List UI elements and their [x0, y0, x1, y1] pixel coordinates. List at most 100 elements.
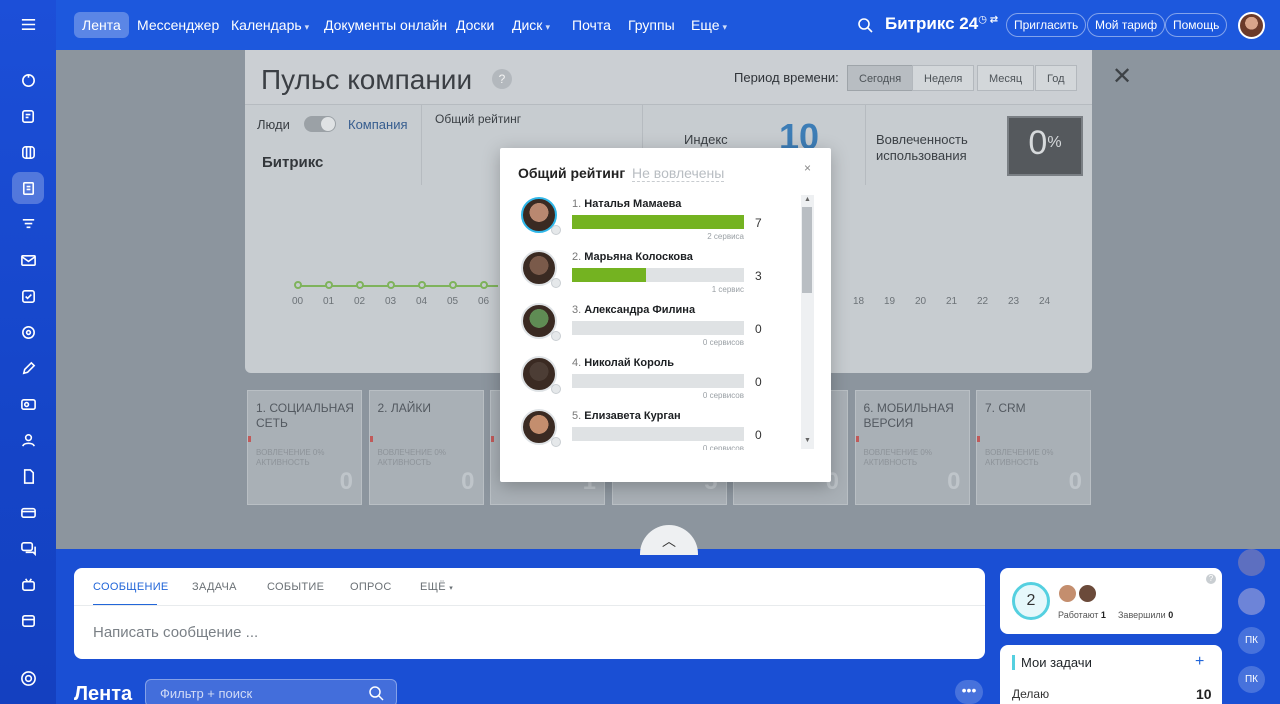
scroll-down-icon[interactable]: ▼: [804, 437, 811, 444]
company-label: Компания: [348, 117, 408, 132]
tab-overall-rating[interactable]: Общий рейтинг: [518, 165, 625, 181]
work-day-widget[interactable]: 2 Работают 1 Завершили 0 ?: [1000, 568, 1222, 634]
hour-tick: 00: [292, 296, 304, 307]
rating-list-item[interactable]: 2. Марьяна Колоскова 3 1 сервис: [514, 248, 799, 301]
tariff-button[interactable]: Мой тариф: [1087, 13, 1166, 37]
people-company-toggle[interactable]: [304, 116, 336, 132]
top-bar: Лента Мессенджер Календарь ▾ Документы он…: [56, 0, 1280, 50]
nav-feed[interactable]: Лента: [74, 12, 129, 38]
avatar[interactable]: [1238, 549, 1265, 576]
nav-messenger[interactable]: Мессенджер: [129, 12, 227, 38]
scroll-thumb[interactable]: [802, 207, 812, 293]
card-value: 0: [461, 468, 475, 495]
chat-rail-icon[interactable]: [12, 532, 44, 564]
user-name: 4. Николай Король: [572, 357, 675, 369]
rating-value: 0: [755, 322, 762, 336]
more-options-button[interactable]: •••: [955, 680, 983, 704]
help-icon[interactable]: ?: [1206, 574, 1216, 584]
file-rail-icon[interactable]: [12, 460, 44, 492]
pen-rail-icon[interactable]: [12, 352, 44, 384]
hour-tick: 20: [915, 296, 927, 307]
search-icon[interactable]: [368, 685, 384, 701]
tab-not-involved[interactable]: Не вовлечены: [632, 165, 725, 182]
hour-tick: 22: [977, 296, 989, 307]
card-value: 0: [339, 468, 353, 495]
avatar[interactable]: ПК: [1238, 666, 1265, 693]
tab-message[interactable]: СООБЩЕНИЕ: [93, 581, 169, 593]
chevron-down-icon: ▾: [449, 585, 454, 592]
rating-list-item[interactable]: 3. Александра Филина 0 0 сервисов: [514, 301, 799, 354]
settings-icon[interactable]: [12, 662, 44, 694]
feed-rail-icon[interactable]: [12, 64, 44, 96]
help-icon[interactable]: ?: [492, 69, 512, 89]
card-marker: [855, 436, 859, 442]
tab-task[interactable]: ЗАДАЧА: [192, 581, 237, 593]
scroll-up-icon[interactable]: ▲: [804, 196, 811, 203]
hour-tick: 04: [416, 296, 428, 307]
filter-rail-icon[interactable]: [12, 208, 44, 240]
period-week[interactable]: Неделя: [912, 65, 975, 91]
post-composer: СООБЩЕНИЕ ЗАДАЧА СОБЫТИЕ ОПРОС ЕЩЁ ▾ Нап…: [74, 568, 985, 659]
calendar-rail-icon[interactable]: [12, 136, 44, 168]
message-input[interactable]: Написать сообщение ...: [93, 624, 258, 641]
nav-more[interactable]: Еще ▾: [683, 12, 735, 38]
card-title: 2. ЛАЙКИ: [377, 401, 431, 415]
service-card[interactable]: 2. ЛАЙКИ ВОВЛЕЧЕНИЕ 0% АКТИВНОСТЬ 0: [368, 390, 484, 505]
invite-button[interactable]: Пригласить: [1006, 13, 1087, 37]
doing-count[interactable]: 10: [1196, 686, 1212, 702]
robot-rail-icon[interactable]: [12, 568, 44, 600]
rating-list-item[interactable]: 4. Николай Король 0 0 сервисов: [514, 354, 799, 407]
rating-bar-fill: [572, 268, 646, 282]
user-avatar[interactable]: [1238, 12, 1265, 39]
close-icon[interactable]: ×: [804, 161, 811, 175]
nav-documents[interactable]: Документы онлайн: [316, 12, 455, 38]
period-today[interactable]: Сегодня: [847, 65, 914, 91]
tab-more[interactable]: ЕЩЁ ▾: [420, 581, 453, 593]
finished-stat: Завершили 0: [1118, 610, 1174, 620]
org-name: Битрикс: [262, 154, 324, 171]
help-button[interactable]: Помощь: [1165, 13, 1228, 37]
involvement-label: Вовлеченность использования: [876, 132, 968, 163]
hour-tick: 01: [323, 296, 335, 307]
chevron-down-icon: ▾: [722, 22, 728, 32]
service-card[interactable]: 7. CRM ВОВЛЕЧЕНИЕ 0% АКТИВНОСТЬ 0: [976, 390, 1091, 505]
widget-title: Мои задачи: [1012, 655, 1092, 670]
nav-disk[interactable]: Диск ▾: [504, 12, 558, 38]
nav-groups[interactable]: Группы: [620, 12, 683, 38]
period-month[interactable]: Месяц: [977, 65, 1035, 91]
rating-bar: [572, 374, 744, 388]
brand-logo[interactable]: Битрикс 24◷ ⇄: [885, 14, 998, 34]
tasks-rail-icon[interactable]: [12, 100, 44, 132]
card-rail-icon[interactable]: [12, 496, 44, 528]
hour-tick: 24: [1039, 296, 1051, 307]
nav-calendar[interactable]: Календарь ▾: [223, 12, 317, 38]
contact-rail-icon[interactable]: [12, 388, 44, 420]
people-label: Люди: [257, 117, 290, 132]
tab-event[interactable]: СОБЫТИЕ: [267, 581, 324, 593]
period-year[interactable]: Год: [1035, 65, 1077, 91]
working-stat: Работают 1: [1058, 610, 1106, 620]
nav-mail[interactable]: Почта: [564, 12, 619, 38]
nav-boards[interactable]: Доски: [448, 12, 502, 38]
menu-icon[interactable]: [12, 8, 44, 40]
filter-search-input[interactable]: Фильтр + поиск: [145, 679, 397, 704]
chart-point: [387, 281, 395, 289]
add-task-icon[interactable]: +: [1195, 653, 1204, 671]
schedule-rail-icon[interactable]: [12, 604, 44, 636]
service-card[interactable]: 6. МОБИЛЬНАЯ ВЕРСИЯ ВОВЛЕЧЕНИЕ 0% АКТИВНО…: [854, 390, 970, 505]
scrollbar[interactable]: ▲ ▼: [801, 195, 814, 449]
tab-poll[interactable]: ОПРОС: [350, 581, 392, 593]
rating-list-item[interactable]: 1. Наталья Мамаева 7 2 сервиса: [514, 195, 799, 248]
users-rail-icon[interactable]: [12, 424, 44, 456]
service-card[interactable]: 1. СОЦИАЛЬНАЯ СЕТЬ ВОВЛЕЧЕНИЕ 0% АКТИВНОС…: [247, 390, 362, 505]
rating-list-item[interactable]: 5. Елизавета Курган 0 0 сервисов: [514, 407, 799, 450]
close-icon[interactable]: ✕: [1112, 62, 1132, 91]
avatar[interactable]: ПК: [1238, 627, 1265, 654]
search-icon[interactable]: [857, 17, 873, 33]
mail-rail-icon[interactable]: [12, 244, 44, 276]
target-rail-icon[interactable]: [12, 316, 44, 348]
docs-rail-icon[interactable]: [12, 172, 44, 204]
avatar[interactable]: [1238, 588, 1265, 615]
check-rail-icon[interactable]: [12, 280, 44, 312]
doing-label: Делаю: [1012, 687, 1050, 701]
